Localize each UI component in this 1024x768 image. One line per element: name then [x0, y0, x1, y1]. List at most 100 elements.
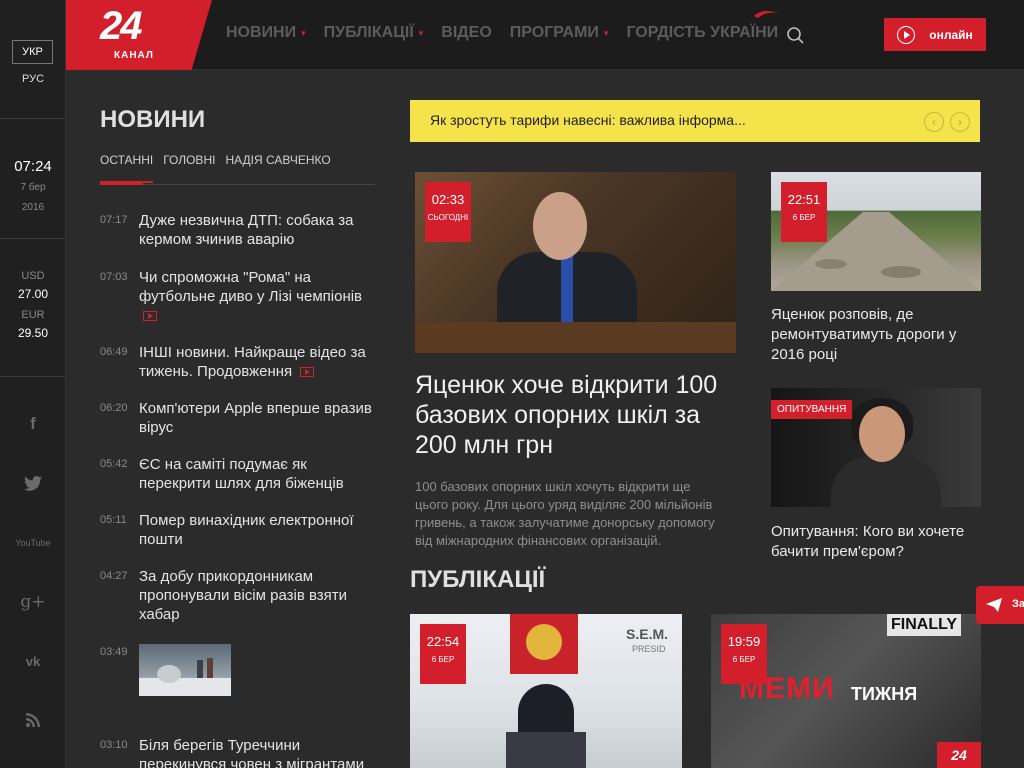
youtube-icon[interactable]: YouTube	[0, 538, 66, 548]
poll-tag-badge: ОПИТУВАННЯ	[771, 400, 853, 419]
side-article-headline[interactable]: Яценюк розповів, де ремонтуватимуть доро…	[771, 305, 976, 365]
side-article-image[interactable]: 22:51 6 БЕР	[771, 172, 981, 291]
photo-desk	[415, 322, 736, 353]
news-headline-wrap[interactable]: Чи спроможна "Рома" на футбольне диво у …	[139, 268, 380, 325]
news-time: 06:49	[100, 346, 128, 358]
news-time: 03:10	[100, 739, 128, 751]
list-item[interactable]: 07:03 Чи спроможна "Рома" на футбольне д…	[100, 268, 380, 325]
left-rail: УКР РУС 07:24 7 бер 2016 USD 27.00 EUR 2…	[0, 0, 66, 768]
current-date: 7 бер	[20, 182, 46, 193]
news-time: 04:27	[100, 570, 128, 582]
news-headline: Чи спроможна "Рома" на футбольне диво у …	[139, 269, 363, 305]
usd-value: 27.00	[17, 287, 49, 301]
photo-sign-subtext: PRESID	[632, 644, 666, 654]
rss-icon[interactable]	[0, 712, 66, 733]
ticker-prev-button[interactable]: ‹	[924, 112, 944, 132]
rail-divider	[0, 376, 66, 377]
news-thumbnail[interactable]	[139, 644, 231, 696]
rail-divider	[0, 238, 66, 239]
eur-value: 29.50	[17, 326, 49, 340]
snow-scene-image	[139, 658, 231, 696]
news-time: 05:42	[100, 458, 128, 470]
twitter-icon[interactable]	[0, 476, 66, 496]
news-time: 07:03	[100, 271, 128, 283]
photo-figure-head	[859, 406, 905, 462]
tab-latest[interactable]: ОСТАННІ	[100, 153, 154, 183]
rail-divider	[0, 118, 66, 119]
send-label: За	[1012, 598, 1024, 610]
nav-programs[interactable]: ПРОГРАМИ ▾	[510, 24, 609, 42]
eur-label: EUR	[21, 309, 45, 321]
badge-day: 6 БЕР	[732, 655, 756, 664]
pride-ribbon-icon	[754, 11, 778, 18]
photo-emblem	[526, 624, 562, 660]
photo-sign-text: FINALLY	[887, 614, 962, 636]
badge-day: 6 БЕР	[431, 655, 455, 664]
main-article-lead: 100 базових опорних шкіл хочуть відкрити…	[415, 479, 715, 548]
news-headline[interactable]: ЄС на саміті подумає як перекрити шлях д…	[139, 455, 380, 493]
news-headline[interactable]: Дуже незвична ДТП: собака за кермом зчин…	[139, 211, 380, 249]
week-title-word: ТИЖНЯ	[851, 684, 918, 704]
badge-day: 6 БЕР	[792, 213, 816, 222]
list-item[interactable]: 04:27 За добу прикордонникам пропонували…	[100, 567, 380, 624]
list-item[interactable]: 07:17 Дуже незвична ДТП: собака за кермо…	[100, 211, 380, 249]
badge-day: СЬОГОДНІ	[427, 213, 469, 222]
news-time: 07:17	[100, 214, 128, 226]
vk-icon[interactable]: vk	[0, 654, 66, 669]
news-headline[interactable]: Біля берегів Туреччини перекинувся човен…	[139, 736, 380, 768]
logo-number: 24	[100, 4, 142, 48]
logo-subtitle: КАНАЛ	[114, 50, 154, 61]
site-header: 24 КАНАЛ НОВИНИ ▾ ПУБЛІКАЦІЇ ▾ ВІДЕО ПРОГР…	[66, 0, 1024, 70]
search-icon[interactable]	[786, 26, 804, 44]
news-headline: ІНШІ новини. Найкраще відео за тижень. П…	[139, 344, 366, 380]
news-time: 06:20	[100, 402, 128, 414]
online-stream-button[interactable]: онлайн	[884, 18, 986, 51]
badge-time: 02:33	[431, 192, 465, 207]
lang-rus-link[interactable]: РУС	[0, 73, 66, 85]
news-headline[interactable]: Комп'ютери Apple вперше вразив вірус	[139, 399, 380, 437]
photo-figure-detail	[561, 256, 573, 326]
ticker-text[interactable]: Як зростуть тарифи навесні: важлива інфо…	[430, 112, 746, 128]
news-headline-wrap[interactable]: ІНШІ новини. Найкраще відео за тижень. П…	[139, 343, 380, 381]
list-item[interactable]: 05:42 ЄС на саміті подумає як перекрити …	[100, 455, 380, 493]
list-item[interactable]: 03:10 Біля берегів Туреччини перекинувся…	[100, 736, 380, 768]
news-time: 03:49	[100, 646, 128, 658]
channel-24-logo[interactable]: 24 КАНАЛ	[66, 0, 212, 70]
nav-news[interactable]: НОВИНИ ▾	[226, 24, 306, 42]
badge-time: 19:59	[727, 634, 761, 649]
time-badge: 22:51 6 БЕР	[781, 182, 827, 242]
nav-pride-of-ukraine[interactable]: ГОРДІСТЬ УКРАЇНИ	[626, 24, 778, 42]
publication-card[interactable]: FINALLY МЕМИ ТИЖНЯ 24 19:59 6 БЕР	[711, 614, 981, 768]
list-item[interactable]: 06:49 ІНШІ новини. Найкраще відео за тиж…	[100, 343, 380, 381]
chevron-down-icon: ▾	[418, 27, 424, 38]
nav-video[interactable]: ВІДЕО	[441, 24, 492, 42]
time-badge: 19:59 6 БЕР	[721, 624, 767, 684]
photo-figure	[831, 456, 941, 507]
photo-podium	[506, 732, 586, 768]
side-article-headline[interactable]: Опитування: Кого ви хочете бачити прем'є…	[771, 522, 976, 562]
usd-label: USD	[21, 270, 45, 282]
nav-publications[interactable]: ПУБЛІКАЦІЇ ▾	[324, 24, 424, 42]
facebook-icon[interactable]: f	[0, 414, 66, 434]
tab-main[interactable]: ГОЛОВНІ	[163, 153, 215, 183]
ticker-next-button[interactable]: ›	[950, 112, 970, 132]
lang-ukr-button[interactable]: УКР	[12, 40, 53, 64]
publication-card[interactable]: S.E.M. PRESID 22:54 6 БЕР	[410, 614, 682, 768]
photo-figure-head	[533, 192, 587, 260]
news-tabs: ОСТАННІ ГОЛОВНІ НАДІЯ САВЧЕНКО	[100, 153, 331, 183]
google-plus-icon[interactable]: g+	[0, 592, 66, 612]
list-item[interactable]: 06:20 Комп'ютери Apple вперше вразив вір…	[100, 399, 380, 437]
list-item[interactable]: 05:11 Помер винахідник електронної пошти	[100, 511, 380, 549]
main-article-headline[interactable]: Яценюк хоче відкрити 100 базових опорних…	[415, 370, 735, 460]
tab-savchenko[interactable]: НАДІЯ САВЧЕНКО	[225, 153, 330, 183]
paper-plane-icon	[986, 598, 1002, 612]
feedback-send-button[interactable]: За	[976, 586, 1024, 624]
main-article-image[interactable]: 02:33 СЬОГОДНІ	[415, 172, 736, 353]
news-headline[interactable]: Помер винахідник електронної пошти	[139, 511, 380, 549]
breaking-ticker[interactable]: Як зростуть тарифи навесні: важлива інфо…	[410, 100, 980, 142]
play-icon	[897, 25, 916, 44]
video-icon	[300, 367, 315, 378]
side-article-image[interactable]: ОПИТУВАННЯ	[771, 388, 981, 507]
time-badge: 02:33 СЬОГОДНІ	[425, 182, 471, 242]
news-headline[interactable]: За добу прикордонникам пропонували вісім…	[139, 567, 380, 624]
